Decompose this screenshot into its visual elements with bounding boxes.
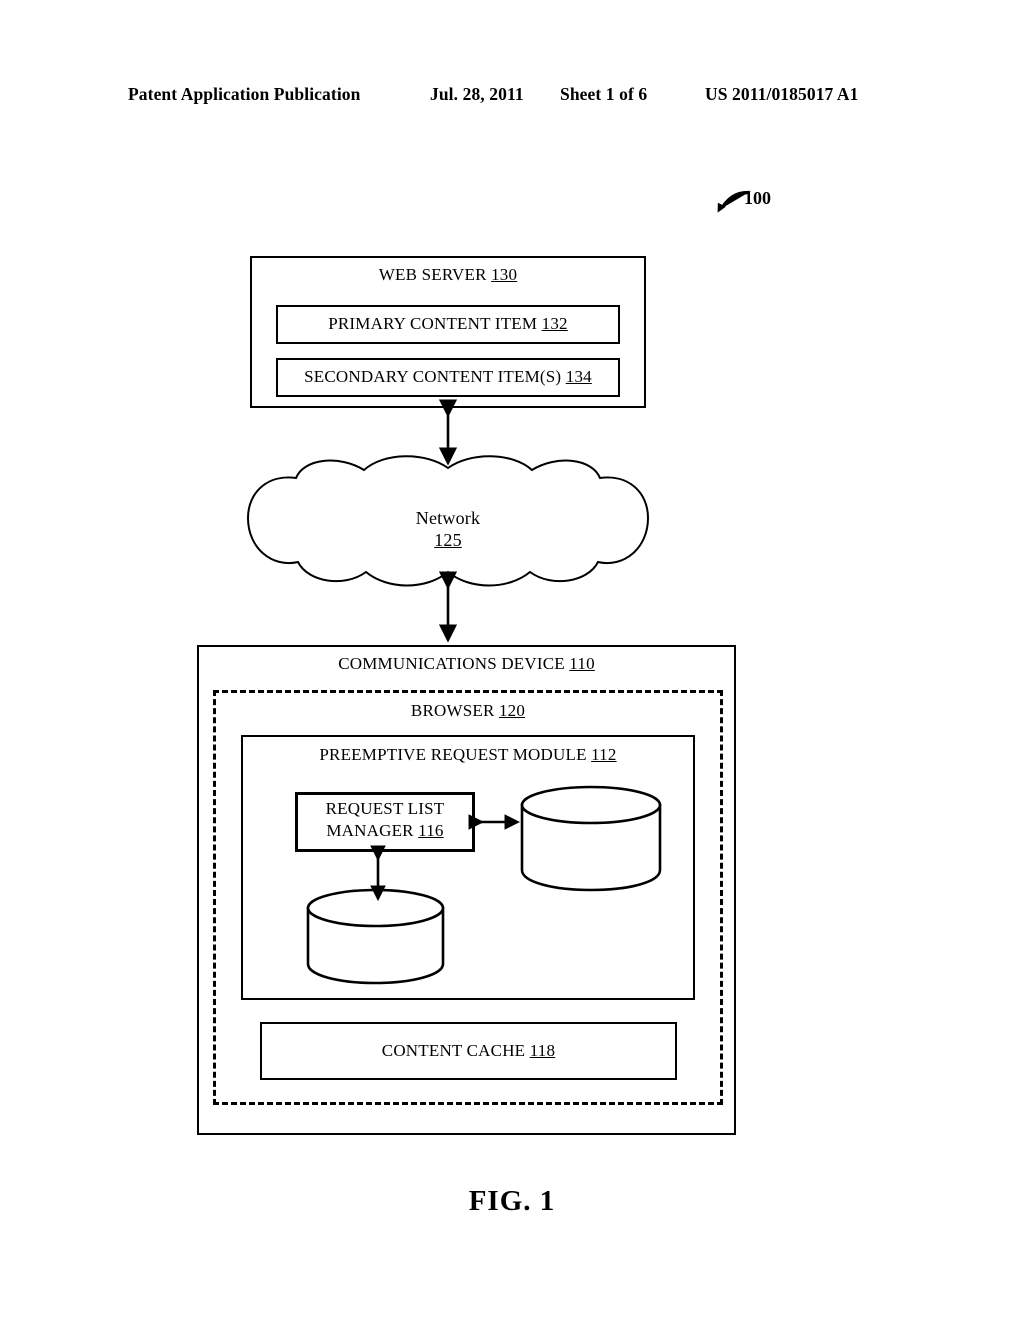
request-list-ref: 114 xyxy=(578,852,604,871)
content-cache-ref: 118 xyxy=(529,1041,556,1060)
network-label-text: Network xyxy=(415,508,481,528)
network-ref-label: 125 xyxy=(348,530,548,550)
primary-content-item-label: PRIMARY CONTENT ITEM 132 xyxy=(276,314,620,334)
secondary-content-item-label-text: SECONDARY CONTENT ITEM(S) xyxy=(304,367,562,386)
communications-device-ref: 110 xyxy=(569,654,595,673)
system-reference-label: 100 xyxy=(744,188,771,208)
request-history-label-text-2: HISTORY xyxy=(324,945,398,964)
request-list-manager-label-line2: MANAGER 116 xyxy=(295,821,475,841)
request-history-ref: 115 xyxy=(402,945,428,964)
request-list-manager-label-line1: REQUEST LIST xyxy=(295,799,475,819)
request-history-label-text-1: REQUEST xyxy=(337,923,415,942)
request-list-label-text: REQUEST LIST xyxy=(531,830,651,849)
web-server-label-text: WEB SERVER xyxy=(378,265,487,284)
communications-device-label-text: COMMUNICATIONS DEVICE xyxy=(338,654,565,673)
secondary-content-item-ref: 134 xyxy=(565,367,592,386)
header-date-text: Jul. 28, 2011 xyxy=(430,84,524,104)
request-history-label-line1: REQUEST xyxy=(305,923,447,943)
request-list-manager-label-text-2: MANAGER xyxy=(326,821,414,840)
browser-label-text: BROWSER xyxy=(410,701,495,720)
network-ref: 125 xyxy=(434,530,462,550)
communications-device-label: COMMUNICATIONS DEVICE 110 xyxy=(197,654,736,674)
browser-ref: 120 xyxy=(498,701,526,720)
preemptive-request-module-label-text: PREEMPTIVE REQUEST MODULE xyxy=(319,745,587,764)
secondary-content-item-label: SECONDARY CONTENT ITEM(S) 134 xyxy=(276,367,620,387)
header-publication-text: Patent Application Publication xyxy=(128,84,361,104)
preemptive-request-module-label: PREEMPTIVE REQUEST MODULE 112 xyxy=(241,745,695,765)
header-sheet-text: Sheet 1 of 6 xyxy=(560,84,648,104)
web-server-ref: 130 xyxy=(491,265,518,284)
web-server-label: WEB SERVER 130 xyxy=(250,265,646,285)
content-cache-label-text: CONTENT CACHE xyxy=(381,1041,526,1060)
request-list-label: REQUEST LIST xyxy=(516,830,666,850)
preemptive-request-module-ref: 112 xyxy=(591,745,617,764)
request-history-label-line2: HISTORY 115 xyxy=(305,945,447,965)
header-patent-number: US 2011/0185017 A1 xyxy=(705,84,859,104)
browser-label: BROWSER 120 xyxy=(213,701,723,721)
request-list-manager-ref: 116 xyxy=(418,821,444,840)
figure-caption: FIG. 1 xyxy=(468,1185,556,1217)
primary-content-item-label-text: PRIMARY CONTENT ITEM xyxy=(328,314,538,333)
request-list-ref-label: 114 xyxy=(516,852,666,872)
network-label: Network xyxy=(348,508,548,528)
request-list-manager-label-text-1: REQUEST LIST xyxy=(325,799,445,818)
page-header: Patent Application Publication Jul. 28, … xyxy=(0,84,1024,112)
content-cache-label: CONTENT CACHE 118 xyxy=(260,1041,677,1061)
primary-content-item-ref: 132 xyxy=(541,314,568,333)
